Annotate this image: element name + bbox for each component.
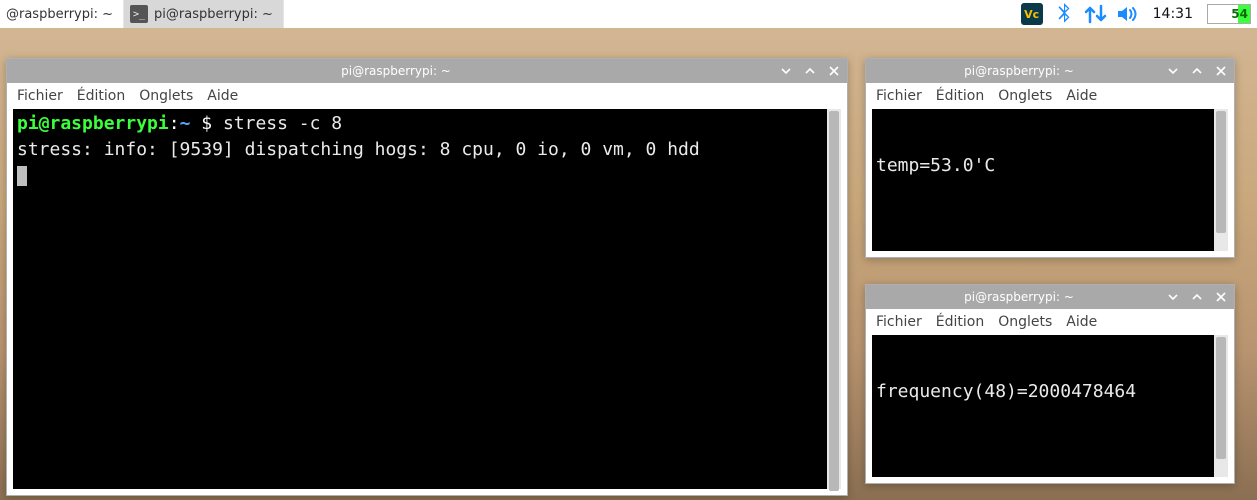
window-title-main: pi@raspberrypi: ~ bbox=[13, 64, 779, 78]
terminal-window-main: pi@raspberrypi: ~ Fichier Édition Onglet… bbox=[6, 58, 848, 496]
menu-tabs[interactable]: Onglets bbox=[139, 88, 193, 104]
bluetooth-icon[interactable] bbox=[1053, 3, 1075, 25]
menu-edit[interactable]: Édition bbox=[936, 88, 984, 104]
top-panel: @raspberrypi: ~ >_ pi@raspberrypi: ~ Vc … bbox=[0, 0, 1257, 28]
network-icon[interactable] bbox=[1085, 3, 1107, 25]
menu-help[interactable]: Aide bbox=[1066, 88, 1097, 104]
close-button[interactable] bbox=[827, 64, 841, 78]
scrollbar-thumb[interactable] bbox=[829, 111, 839, 491]
menu-tabs[interactable]: Onglets bbox=[998, 88, 1052, 104]
terminal-wrap-temp: temp=53.0'C bbox=[872, 109, 1228, 251]
vnc-icon[interactable]: Vc bbox=[1021, 3, 1043, 25]
menu-file[interactable]: Fichier bbox=[876, 314, 922, 330]
window-title-freq: pi@raspberrypi: ~ bbox=[872, 290, 1166, 304]
terminal-wrap-freq: frequency(48)=2000478464 bbox=[872, 335, 1228, 477]
scrollbar-main[interactable] bbox=[827, 109, 841, 489]
volume-icon[interactable] bbox=[1117, 3, 1139, 25]
menu-tabs[interactable]: Onglets bbox=[998, 314, 1052, 330]
taskbar-item-1-label: @raspberrypi: ~ bbox=[6, 7, 113, 22]
window-title-temp: pi@raspberrypi: ~ bbox=[872, 64, 1166, 78]
taskbar-item-2[interactable]: >_ pi@raspberrypi: ~ bbox=[124, 0, 284, 28]
maximize-button[interactable] bbox=[1190, 290, 1204, 304]
menubar-freq: Fichier Édition Onglets Aide bbox=[866, 309, 1234, 335]
menu-file[interactable]: Fichier bbox=[876, 88, 922, 104]
prompt-path: ~ bbox=[180, 113, 191, 134]
system-tray: Vc 14:31 54 bbox=[1015, 0, 1257, 28]
scrollbar-temp[interactable] bbox=[1214, 109, 1228, 251]
taskbar-item-2-label: pi@raspberrypi: ~ bbox=[154, 7, 273, 22]
menu-edit[interactable]: Édition bbox=[936, 314, 984, 330]
text-cursor bbox=[17, 166, 27, 186]
scrollbar-freq[interactable] bbox=[1214, 335, 1228, 477]
titlebar-temp[interactable]: pi@raspberrypi: ~ bbox=[866, 59, 1234, 83]
cpu-percent: 54 bbox=[1231, 7, 1248, 21]
panel-spacer bbox=[284, 0, 1015, 28]
prompt-symbol: $ bbox=[201, 113, 212, 134]
minimize-button[interactable] bbox=[1166, 64, 1180, 78]
close-button[interactable] bbox=[1214, 64, 1228, 78]
maximize-button[interactable] bbox=[1190, 64, 1204, 78]
minimize-button[interactable] bbox=[1166, 290, 1180, 304]
cpu-monitor[interactable]: 54 bbox=[1207, 4, 1251, 24]
menubar-main: Fichier Édition Onglets Aide bbox=[7, 83, 847, 109]
titlebar-main[interactable]: pi@raspberrypi: ~ bbox=[7, 59, 847, 83]
menu-edit[interactable]: Édition bbox=[77, 88, 125, 104]
terminal-freq[interactable]: frequency(48)=2000478464 bbox=[872, 335, 1214, 477]
close-button[interactable] bbox=[1214, 290, 1228, 304]
terminal-output-temp: temp=53.0'C bbox=[876, 155, 995, 176]
terminal-icon: >_ bbox=[130, 5, 148, 23]
menu-help[interactable]: Aide bbox=[1066, 314, 1097, 330]
menu-file[interactable]: Fichier bbox=[17, 88, 63, 104]
command: stress -c 8 bbox=[223, 113, 342, 134]
taskbar-item-1[interactable]: @raspberrypi: ~ bbox=[0, 0, 124, 28]
terminal-output-freq: frequency(48)=2000478464 bbox=[876, 381, 1136, 402]
maximize-button[interactable] bbox=[803, 64, 817, 78]
terminal-main[interactable]: pi@raspberrypi:~ $ stress -c 8 stress: i… bbox=[13, 109, 827, 489]
scrollbar-thumb[interactable] bbox=[1216, 111, 1226, 233]
minimize-button[interactable] bbox=[779, 64, 793, 78]
terminal-wrap-main: pi@raspberrypi:~ $ stress -c 8 stress: i… bbox=[13, 109, 841, 489]
terminal-output-main: stress: info: [9539] dispatching hogs: 8… bbox=[17, 139, 700, 160]
scrollbar-thumb[interactable] bbox=[1216, 337, 1226, 459]
menubar-temp: Fichier Édition Onglets Aide bbox=[866, 83, 1234, 109]
menu-help[interactable]: Aide bbox=[207, 88, 238, 104]
terminal-window-freq: pi@raspberrypi: ~ Fichier Édition Onglet… bbox=[865, 284, 1235, 484]
clock[interactable]: 14:31 bbox=[1149, 6, 1197, 22]
prompt-user: pi@raspberrypi bbox=[17, 113, 169, 134]
terminal-temp[interactable]: temp=53.0'C bbox=[872, 109, 1214, 251]
terminal-window-temp: pi@raspberrypi: ~ Fichier Édition Onglet… bbox=[865, 58, 1235, 258]
titlebar-freq[interactable]: pi@raspberrypi: ~ bbox=[866, 285, 1234, 309]
